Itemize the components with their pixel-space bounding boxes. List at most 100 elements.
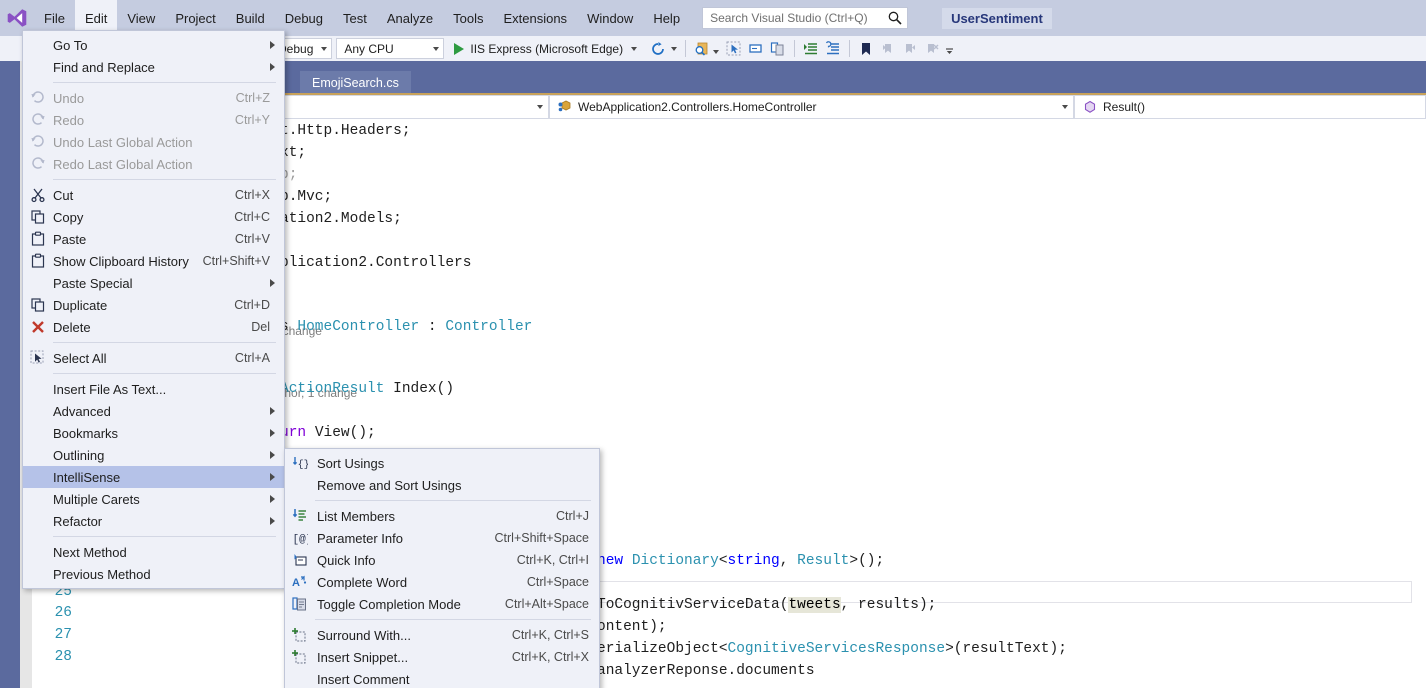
menu-item-shortcut: Ctrl+K, Ctrl+S bbox=[512, 628, 599, 642]
find-in-files-icon[interactable] bbox=[691, 38, 713, 59]
code-line: analyzerReponse.documents bbox=[597, 661, 815, 683]
comment-icon[interactable] bbox=[745, 38, 767, 59]
menu-item-parameter-info[interactable]: [@]Parameter InfoCtrl+Shift+Space bbox=[285, 527, 599, 549]
menu-item-select-all[interactable]: Select AllCtrl+A bbox=[23, 347, 284, 369]
code-token: ToCognitivServiceData( bbox=[597, 597, 788, 613]
code-token: ation2.Models; bbox=[280, 211, 402, 227]
member-selector[interactable]: Result() bbox=[1074, 95, 1426, 119]
menu-bar-item-tools[interactable]: Tools bbox=[443, 0, 493, 36]
chevron-down-icon bbox=[537, 105, 543, 109]
menu-bar-item-help[interactable]: Help bbox=[643, 0, 690, 36]
menu-bar-item-test[interactable]: Test bbox=[333, 0, 377, 36]
menu-item-label: Sort Usings bbox=[315, 456, 599, 471]
menu-item-redo-last-global-action[interactable]: Redo Last Global Action bbox=[23, 153, 284, 175]
decrease-indent-icon[interactable] bbox=[822, 38, 844, 59]
prev-bookmark-icon[interactable] bbox=[877, 38, 899, 59]
start-debug-button[interactable]: IIS Express (Microsoft Edge) bbox=[448, 42, 639, 56]
code-token: b.Mvc; bbox=[280, 189, 332, 205]
menu-item-redo[interactable]: RedoCtrl+Y bbox=[23, 109, 284, 131]
menu-item-complete-word[interactable]: AComplete WordCtrl+Space bbox=[285, 571, 599, 593]
code-token: , results); bbox=[841, 597, 937, 613]
menu-item-undo-last-global-action[interactable]: Undo Last Global Action bbox=[23, 131, 284, 153]
edit-menu-dropdown[interactable]: Go ToFind and Replace UndoCtrl+ZRedoCtrl+… bbox=[22, 30, 285, 589]
menu-separator bbox=[53, 536, 276, 537]
menu-item-intellisense[interactable]: IntelliSense bbox=[23, 466, 284, 488]
menu-item-advanced[interactable]: Advanced bbox=[23, 400, 284, 422]
tab-emojisearch-cs[interactable]: EmojiSearch.cs bbox=[300, 71, 411, 95]
menu-item-multiple-carets[interactable]: Multiple Carets bbox=[23, 488, 284, 510]
intellisense-submenu[interactable]: {}Sort UsingsRemove and Sort Usings List … bbox=[284, 448, 600, 688]
submenu-arrow-icon bbox=[270, 429, 275, 437]
menu-item-insert-comment[interactable]: Insert Comment bbox=[285, 668, 599, 688]
menu-item-cut[interactable]: CutCtrl+X bbox=[23, 184, 284, 206]
refresh-icon[interactable] bbox=[647, 38, 669, 59]
menu-bar-item-analyze[interactable]: Analyze bbox=[377, 0, 443, 36]
copy-icon bbox=[23, 206, 53, 228]
search-input[interactable]: Search Visual Studio (Ctrl+Q) bbox=[702, 7, 908, 29]
chevron-down-icon[interactable] bbox=[631, 47, 637, 51]
menu-item-shortcut: Ctrl+J bbox=[556, 509, 599, 523]
submenu-arrow-icon bbox=[270, 473, 275, 481]
delete-x-icon bbox=[23, 316, 53, 338]
user-badge[interactable]: UserSentiment bbox=[942, 8, 1052, 29]
menu-item-paste[interactable]: PasteCtrl+V bbox=[23, 228, 284, 250]
menu-item-duplicate[interactable]: DuplicateCtrl+D bbox=[23, 294, 284, 316]
menu-item-shortcut: Ctrl+Z bbox=[236, 91, 284, 105]
menu-item-surround-with[interactable]: Surround With...Ctrl+K, Ctrl+S bbox=[285, 624, 599, 646]
code-token: Index() bbox=[384, 381, 454, 397]
next-bookmark-icon[interactable] bbox=[899, 38, 921, 59]
code-token: : bbox=[419, 319, 445, 335]
magnifier-icon bbox=[887, 10, 903, 26]
menu-bar-item-window[interactable]: Window bbox=[577, 0, 643, 36]
menu-item-shortcut: Ctrl+A bbox=[235, 351, 284, 365]
menu-item-quick-info[interactable]: Quick InfoCtrl+K, Ctrl+I bbox=[285, 549, 599, 571]
menu-item-insert-snippet[interactable]: Insert Snippet...Ctrl+K, Ctrl+X bbox=[285, 646, 599, 668]
menu-item-find-and-replace[interactable]: Find and Replace bbox=[23, 56, 284, 78]
menu-separator bbox=[53, 342, 276, 343]
menu-item-bookmarks[interactable]: Bookmarks bbox=[23, 422, 284, 444]
menu-item-go-to[interactable]: Go To bbox=[23, 34, 284, 56]
type-selector[interactable]: WebApplication2.Controllers.HomeControll… bbox=[549, 95, 1074, 119]
menu-item-label: Undo Last Global Action bbox=[53, 135, 284, 150]
uncomment-icon[interactable] bbox=[767, 38, 789, 59]
select-tool-icon[interactable] bbox=[723, 38, 745, 59]
bookmark-icon[interactable] bbox=[855, 38, 877, 59]
menu-item-delete[interactable]: DeleteDel bbox=[23, 316, 284, 338]
menu-item-outlining[interactable]: Outlining bbox=[23, 444, 284, 466]
menu-separator bbox=[53, 82, 276, 83]
code-line: plication2.Controllers bbox=[280, 253, 471, 275]
menu-item-toggle-completion-mode[interactable]: Toggle Completion ModeCtrl+Alt+Space bbox=[285, 593, 599, 615]
toolbar-divider bbox=[794, 40, 795, 57]
menu-item-sort-usings[interactable]: {}Sort Usings bbox=[285, 452, 599, 474]
increase-indent-icon[interactable] bbox=[800, 38, 822, 59]
menu-item-show-clipboard-history[interactable]: Show Clipboard HistoryCtrl+Shift+V bbox=[23, 250, 284, 272]
menu-item-shortcut: Ctrl+Alt+Space bbox=[505, 597, 599, 611]
menu-item-copy[interactable]: CopyCtrl+C bbox=[23, 206, 284, 228]
paste-icon bbox=[23, 228, 53, 250]
menu-item-insert-file-as-text[interactable]: Insert File As Text... bbox=[23, 378, 284, 400]
code-token: ontent); bbox=[597, 619, 667, 635]
toolbar-overflow-button[interactable] bbox=[943, 38, 955, 59]
menu-item-previous-method[interactable]: Previous Method bbox=[23, 563, 284, 585]
menu-item-refactor[interactable]: Refactor bbox=[23, 510, 284, 532]
clear-bookmarks-icon[interactable] bbox=[921, 38, 943, 59]
menu-bar-item-extensions[interactable]: Extensions bbox=[493, 0, 577, 36]
menu-item-paste-special[interactable]: Paste Special bbox=[23, 272, 284, 294]
chevron-down-icon[interactable] bbox=[713, 50, 719, 54]
menu-item-label: List Members bbox=[315, 509, 556, 524]
chevron-down-icon[interactable] bbox=[671, 47, 677, 51]
code-token: >(); bbox=[849, 553, 884, 569]
code-token: urn bbox=[280, 425, 315, 441]
undo-icon bbox=[23, 131, 53, 153]
menu-item-next-method[interactable]: Next Method bbox=[23, 541, 284, 563]
menu-item-remove-and-sort-usings[interactable]: Remove and Sort Usings bbox=[285, 474, 599, 496]
svg-text:A: A bbox=[292, 577, 300, 589]
menu-item-shortcut: Ctrl+Y bbox=[235, 113, 284, 127]
menu-item-label: Previous Method bbox=[53, 567, 284, 582]
menu-item-list-members[interactable]: List MembersCtrl+J bbox=[285, 505, 599, 527]
project-selector[interactable] bbox=[274, 95, 549, 119]
menu-item-label: Complete Word bbox=[315, 575, 527, 590]
code-token: View(); bbox=[315, 425, 376, 441]
platform-selector[interactable]: Any CPU bbox=[336, 38, 444, 59]
menu-item-undo[interactable]: UndoCtrl+Z bbox=[23, 87, 284, 109]
